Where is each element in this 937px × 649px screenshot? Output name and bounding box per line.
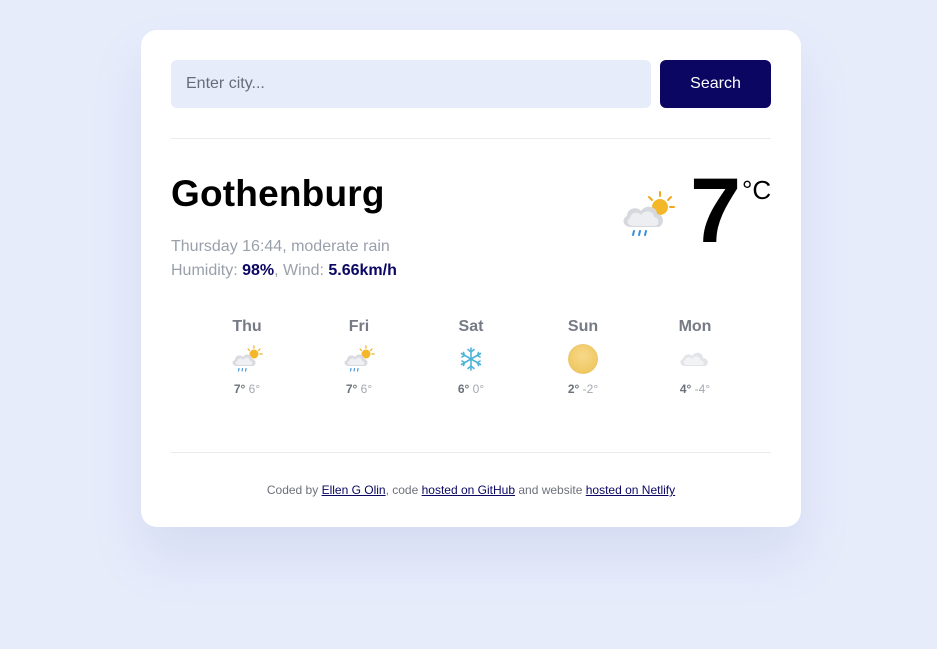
forecast-temps: 4° -4°	[655, 381, 735, 397]
search-form: Search	[171, 60, 771, 108]
forecast-day-name: Fri	[348, 318, 370, 335]
forecast-day: Fri 7° 6°	[319, 317, 399, 397]
sun-cloud-rain-icon	[344, 345, 375, 372]
divider	[171, 452, 771, 453]
forecast-max: 7°	[345, 382, 358, 396]
footer-middle: , code	[385, 483, 422, 497]
weather-description: moderate rain	[291, 238, 390, 255]
sun-cloud-rain-icon	[232, 345, 263, 372]
forecast-day-name: Sat	[458, 318, 484, 335]
city-name: Gothenburg	[171, 173, 385, 214]
wind-label: Wind:	[283, 262, 329, 279]
weather-card: Search Gothenburg Thursday 16:44, modera…	[141, 30, 801, 527]
forecast-day: Sun 2° -2°	[543, 317, 623, 397]
humidity-label: Humidity:	[171, 262, 243, 279]
author-link[interactable]: Ellen G Olin	[322, 483, 386, 497]
forecast-temps: 2° -2°	[543, 381, 623, 397]
forecast-max: 6°	[457, 382, 470, 396]
forecast-min: 6°	[360, 382, 373, 396]
wind-value: 5.66km/h	[328, 262, 397, 279]
temperature-unit: °C	[742, 175, 772, 205]
forecast-min: 6°	[248, 382, 261, 396]
sun-cloud-rain-icon	[623, 191, 675, 236]
forecast-day-name: Sun	[567, 318, 599, 335]
forecast-min: -2°	[582, 382, 599, 396]
date-description-line: Thursday 16:44, moderate rain	[171, 238, 390, 255]
forecast-max: 7°	[233, 382, 246, 396]
city-search-input[interactable]	[171, 60, 651, 108]
weather-details: Thursday 16:44, moderate rain Humidity: …	[171, 235, 397, 283]
cloud-icon	[680, 352, 708, 366]
footer-middle2: and website	[515, 483, 586, 497]
forecast-max: 2°	[567, 382, 580, 396]
forecast-day-name: Thu	[232, 318, 262, 335]
forecast-row: Thu 7° 6° Fri 7° 6° Sat 6° 0° Sun 2° -2°…	[171, 295, 771, 452]
sun-icon	[568, 344, 598, 374]
forecast-day: Sat 6° 0°	[431, 317, 511, 397]
search-button[interactable]: Search	[660, 60, 771, 108]
forecast-temps: 6° 0°	[431, 381, 511, 397]
forecast-min: 0°	[472, 382, 485, 396]
netlify-link[interactable]: hosted on Netlify	[586, 483, 675, 497]
current-weather: Gothenburg Thursday 16:44, moderate rain…	[171, 139, 771, 295]
github-link[interactable]: hosted on GitHub	[422, 483, 515, 497]
forecast-max: 4°	[679, 382, 692, 396]
forecast-day: Mon 4° -4°	[655, 317, 735, 397]
snowflake-icon	[460, 347, 482, 371]
forecast-temps: 7° 6°	[207, 381, 287, 397]
forecast-day-name: Mon	[678, 318, 712, 335]
footer-prefix: Coded by	[266, 483, 322, 497]
day-time: Thursday 16:44	[171, 238, 283, 255]
forecast-day: Thu 7° 6°	[207, 317, 287, 397]
humidity-wind-line: Humidity: 98%, Wind: 5.66km/h	[171, 262, 397, 279]
footer: Coded by Ellen G Olin, code hosted on Gi…	[171, 483, 771, 497]
humidity-value: 98%	[242, 262, 275, 279]
current-temperature: 7	[690, 160, 742, 262]
forecast-min: -4°	[694, 382, 711, 396]
forecast-temps: 7° 6°	[319, 381, 399, 397]
